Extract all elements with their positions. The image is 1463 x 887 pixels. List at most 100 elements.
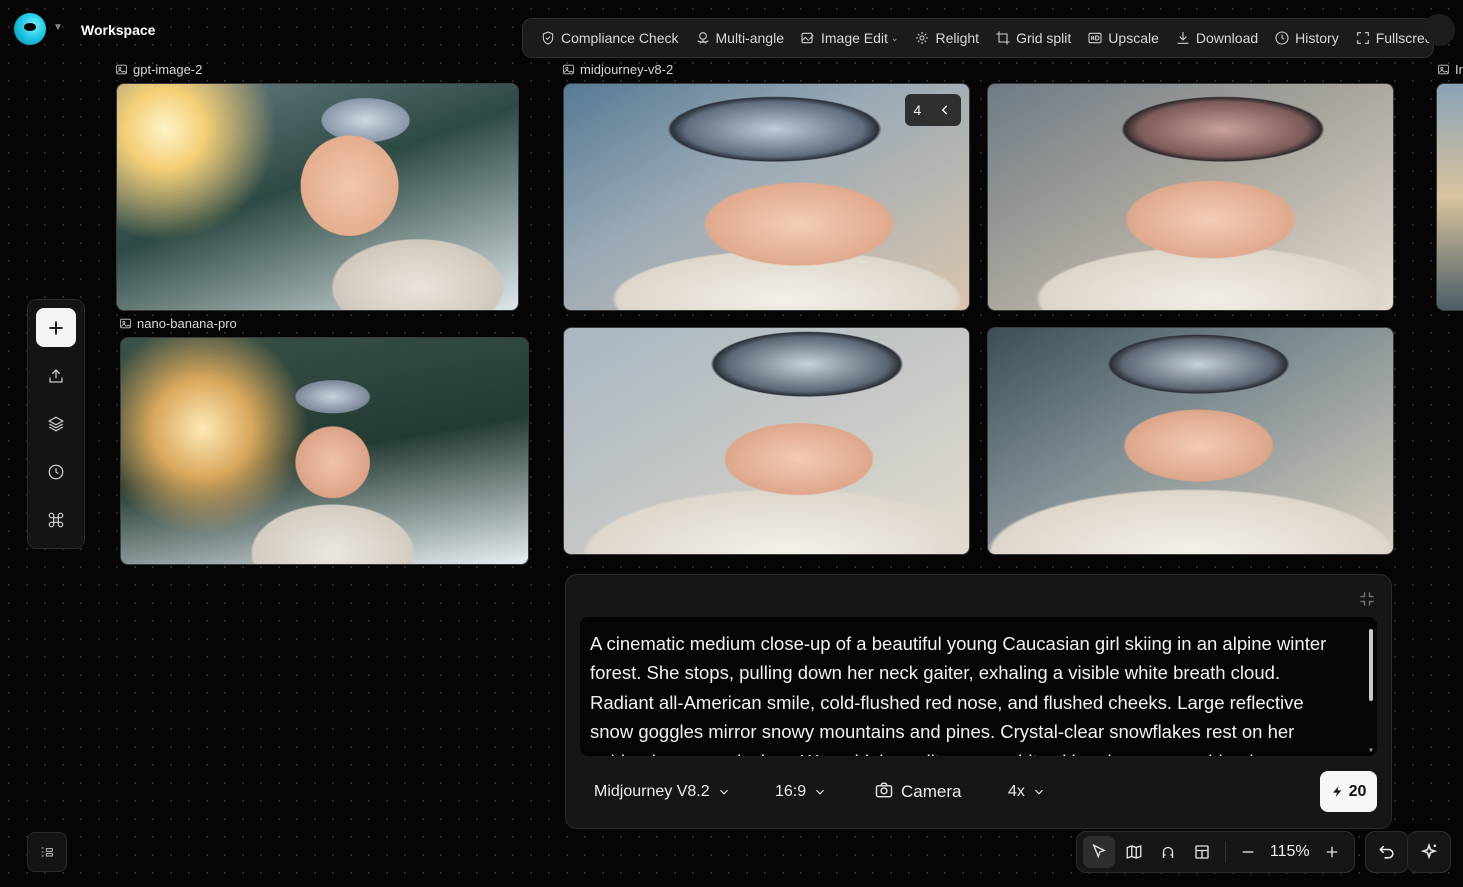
- camera-button[interactable]: Camera: [874, 780, 961, 804]
- image-icon: [563, 64, 574, 75]
- multi-angle-label: Multi-angle: [715, 30, 784, 46]
- fullscreen-icon: [1356, 32, 1369, 44]
- add-button[interactable]: [36, 308, 76, 347]
- model-select[interactable]: Midjourney V8.2: [594, 780, 731, 804]
- generated-image-mj-4[interactable]: [987, 327, 1394, 555]
- history-button[interactable]: History: [1267, 23, 1346, 53]
- chevron-down-icon: ⌄: [890, 32, 899, 43]
- orbit-icon: [696, 32, 709, 44]
- prompt-scrollbar[interactable]: [1369, 629, 1373, 701]
- group-label-text: nano-banana-pro: [137, 316, 237, 331]
- multi-angle-button[interactable]: Multi-angle: [688, 23, 791, 53]
- chevron-left-icon: [942, 105, 948, 115]
- image-icon: [116, 64, 127, 75]
- magnet-tool-button[interactable]: [1152, 836, 1184, 868]
- command-icon: [48, 512, 64, 527]
- generated-image-mj-3[interactable]: [563, 327, 970, 555]
- generated-image-partial[interactable]: [1436, 83, 1463, 311]
- edit-image-icon: [801, 32, 814, 44]
- compliance-check-button[interactable]: Compliance Check: [533, 23, 686, 53]
- download-label: Download: [1195, 30, 1259, 46]
- model-value: Midjourney V8.2: [594, 783, 710, 800]
- list-icon: [41, 847, 53, 857]
- layout-tool-button[interactable]: [1186, 836, 1218, 868]
- group-label-text: midjourney-v8-2: [580, 62, 674, 77]
- relight-label: Relight: [935, 30, 980, 46]
- group-label-midjourney-v8-2: midjourney-v8-2: [562, 62, 673, 77]
- plus-icon: [1326, 846, 1338, 858]
- chevron-down-icon[interactable]: ▼: [53, 22, 63, 33]
- map-icon: [1126, 845, 1142, 859]
- collapse-icon[interactable]: [1357, 589, 1377, 609]
- generated-image-mj-2[interactable]: [987, 83, 1394, 311]
- image-edit-button[interactable]: Image Edit ⌄: [793, 23, 905, 53]
- cursor-icon: [1092, 843, 1107, 859]
- layers-button[interactable]: [36, 404, 76, 443]
- group-label-gpt-image-2: gpt-image-2: [115, 62, 202, 77]
- image-edit-label: Image Edit: [820, 30, 888, 46]
- magnet-icon: [1162, 846, 1174, 858]
- download-icon: [1177, 32, 1189, 44]
- grid-split-label: Grid split: [1016, 30, 1072, 46]
- image-icon: [120, 318, 131, 329]
- generated-image-nano[interactable]: [120, 337, 529, 565]
- group-label-partial: Ir: [1437, 62, 1463, 77]
- chevron-down-icon: [1034, 789, 1043, 795]
- count-value: 4x: [1008, 783, 1025, 800]
- shortcuts-button[interactable]: [36, 500, 76, 539]
- image-icon: [1438, 64, 1449, 75]
- layout-icon: [1195, 845, 1210, 859]
- generated-image-gpt[interactable]: [116, 83, 519, 311]
- panel-toggle-button[interactable]: [27, 832, 67, 872]
- undo-button[interactable]: [1365, 831, 1409, 873]
- view-toolbar: 115%: [1076, 831, 1355, 873]
- download-button[interactable]: Download: [1168, 23, 1265, 53]
- grid-split-button[interactable]: Grid split: [988, 23, 1078, 53]
- upscale-button[interactable]: Upscale: [1080, 23, 1166, 53]
- user-avatar[interactable]: [1423, 14, 1455, 46]
- scroll-down-icon[interactable]: ▼: [1368, 748, 1374, 754]
- count-select[interactable]: 4x: [1008, 780, 1046, 804]
- history-tool-button[interactable]: [36, 452, 76, 491]
- group-label-nano-banana-pro: nano-banana-pro: [119, 316, 237, 331]
- chevron-down-icon: [719, 789, 728, 795]
- aspect-ratio-select[interactable]: 16:9: [775, 780, 827, 804]
- minus-icon: [1242, 851, 1253, 853]
- prompt-panel: A cinematic medium close-up of a beautif…: [565, 574, 1392, 829]
- relight-button[interactable]: Relight: [907, 23, 986, 53]
- zoom-level: 115%: [1269, 843, 1310, 860]
- tool-panel: [27, 299, 85, 549]
- group-label-text: Ir: [1455, 62, 1463, 77]
- crop-icon: [996, 31, 1010, 45]
- workspace-title: Workspace: [81, 22, 156, 38]
- clock-icon: [48, 464, 64, 479]
- plus-icon: [49, 320, 63, 335]
- undo-icon: [1379, 845, 1394, 859]
- lightning-icon: [1332, 786, 1341, 797]
- image-count-toggle[interactable]: 4: [905, 94, 961, 126]
- sparkle-light-icon: [916, 32, 929, 44]
- camera-label: Camera: [901, 782, 962, 801]
- upscale-label: Upscale: [1108, 30, 1159, 46]
- shield-icon: [542, 31, 554, 45]
- upload-button[interactable]: [36, 356, 76, 395]
- hd-icon: [1088, 32, 1102, 44]
- aspect-ratio-value: 16:9: [775, 783, 807, 800]
- zoom-out-button[interactable]: [1232, 836, 1264, 868]
- clock-icon: [1275, 31, 1289, 45]
- layers-icon: [47, 416, 65, 431]
- history-label: History: [1295, 30, 1339, 46]
- camera-icon: [875, 782, 893, 797]
- app-logo[interactable]: [14, 13, 46, 45]
- ai-assist-button[interactable]: [1407, 831, 1451, 873]
- image-count: 4: [913, 102, 922, 118]
- toolbar-divider: [1224, 841, 1226, 863]
- image-toolbar: Compliance Check Multi-angle Image Edit …: [522, 18, 1440, 58]
- select-tool-button[interactable]: [1083, 836, 1116, 868]
- upload-icon: [49, 368, 63, 383]
- prompt-input[interactable]: A cinematic medium close-up of a beautif…: [580, 617, 1377, 756]
- chevron-down-icon: [816, 789, 825, 795]
- map-tool-button[interactable]: [1117, 836, 1149, 868]
- generate-button[interactable]: 20: [1320, 771, 1377, 812]
- zoom-in-button[interactable]: [1316, 836, 1348, 868]
